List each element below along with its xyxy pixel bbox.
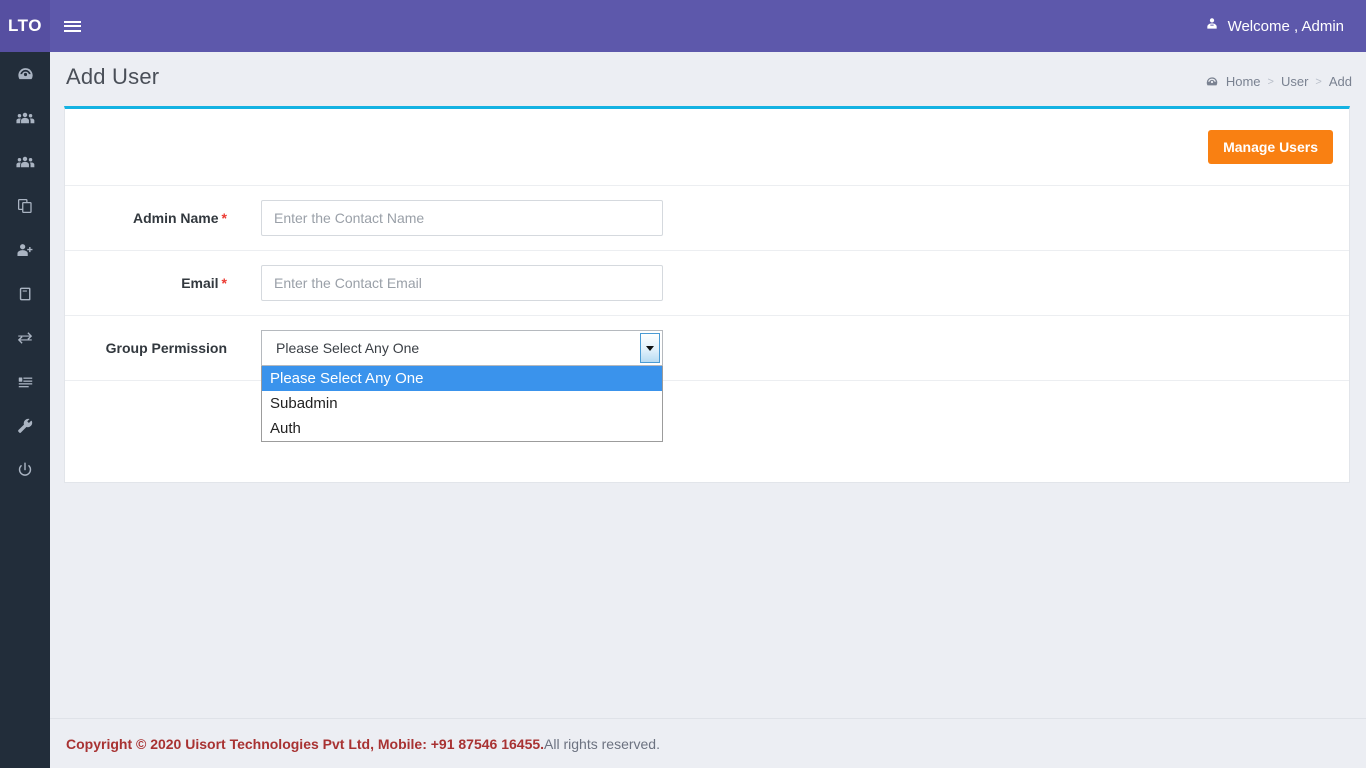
breadcrumb-item-add: Add xyxy=(1328,74,1352,89)
welcome-user-menu[interactable]: Welcome , Admin xyxy=(1204,16,1344,36)
email-input[interactable] xyxy=(261,265,663,301)
brand-logo[interactable]: LTO xyxy=(0,0,50,52)
group-permission-selected-value: Please Select Any One xyxy=(276,340,420,356)
sidebar-item-groups[interactable] xyxy=(0,140,50,184)
card-header: Manage Users xyxy=(65,109,1349,185)
add-user-card: Manage Users Admin Name* Email* Group Pe… xyxy=(64,106,1350,483)
dashboard-speedometer-icon xyxy=(16,65,35,84)
page-title: Add User xyxy=(66,64,160,89)
group-permission-label: Group Permission xyxy=(65,340,261,356)
group-permission-select-wrap: Please Select Any One Please Select Any … xyxy=(261,330,663,442)
admin-name-label: Admin Name * xyxy=(65,210,261,226)
welcome-text: Welcome , Admin xyxy=(1227,17,1344,35)
admin-name-label-text: Admin Name xyxy=(132,210,219,226)
exchange-arrows-icon xyxy=(15,329,35,347)
breadcrumb-item-user[interactable]: User xyxy=(1281,74,1308,89)
hamburger-bar xyxy=(63,20,81,23)
list-server-icon xyxy=(16,374,35,391)
brand-logo-text: LTO xyxy=(8,16,42,35)
dropdown-option-please-select[interactable]: Please Select Any One xyxy=(262,366,662,391)
footer-copyright-strong: Copyright © 2020 Uisort Technologies Pvt… xyxy=(66,735,545,752)
page-header: Add User Home > User > Add xyxy=(50,52,1366,104)
group-permission-select[interactable]: Please Select Any One xyxy=(261,330,663,366)
required-asterisk: * xyxy=(221,275,227,291)
email-label: Email * xyxy=(65,275,261,291)
hamburger-bar xyxy=(63,29,81,32)
sidebar-item-users[interactable] xyxy=(0,96,50,140)
form-row-group-permission: Group Permission Please Select Any One P… xyxy=(65,315,1349,442)
power-icon xyxy=(16,461,34,479)
book-icon xyxy=(17,285,34,303)
dropdown-option-subadmin[interactable]: Subadmin xyxy=(262,391,662,416)
admin-name-input[interactable] xyxy=(261,200,663,236)
user-add-icon xyxy=(15,241,35,260)
footer: Copyright © 2020 Uisort Technologies Pvt… xyxy=(50,718,1366,768)
footer-copyright-rest: All rights reserved. xyxy=(544,735,660,752)
sidebar-item-settings[interactable] xyxy=(0,404,50,448)
sidebar: LTO xyxy=(0,0,50,768)
sidebar-item-add-user[interactable] xyxy=(0,228,50,272)
breadcrumb-separator: > xyxy=(1315,75,1322,88)
users-group-icon xyxy=(15,109,35,128)
group-permission-dropdown[interactable]: Please Select Any One Subadmin Auth xyxy=(261,366,663,442)
caret-shape xyxy=(646,345,654,351)
breadcrumb: Home > User > Add xyxy=(1205,74,1352,89)
breadcrumb-separator: > xyxy=(1267,75,1274,88)
dropdown-option-auth[interactable]: Auth xyxy=(262,416,662,441)
hamburger-icon[interactable] xyxy=(50,0,94,52)
form-actions-row xyxy=(65,380,1349,460)
form-row-admin-name: Admin Name * xyxy=(65,185,1349,250)
group-permission-label-text: Group Permission xyxy=(105,340,227,356)
required-asterisk: * xyxy=(221,210,227,226)
copy-layers-icon xyxy=(16,197,34,215)
breadcrumb-item-home[interactable]: Home xyxy=(1226,74,1261,89)
wrench-icon xyxy=(16,417,34,435)
dashboard-icon xyxy=(1205,75,1219,89)
chevron-down-icon[interactable] xyxy=(640,333,660,363)
email-label-text: Email xyxy=(181,275,219,291)
sidebar-item-dashboard[interactable] xyxy=(0,52,50,96)
user-admin-icon xyxy=(1204,16,1220,36)
hamburger-bar xyxy=(63,25,81,27)
sidebar-item-copy[interactable] xyxy=(0,184,50,228)
users-group-icon xyxy=(15,153,35,172)
topbar: Welcome , Admin xyxy=(50,0,1366,52)
sidebar-item-reports[interactable] xyxy=(0,360,50,404)
manage-users-button[interactable]: Manage Users xyxy=(1208,130,1333,164)
sidebar-item-logout[interactable] xyxy=(0,448,50,492)
sidebar-item-transfer[interactable] xyxy=(0,316,50,360)
sidebar-item-book[interactable] xyxy=(0,272,50,316)
form-row-email: Email * xyxy=(65,250,1349,315)
